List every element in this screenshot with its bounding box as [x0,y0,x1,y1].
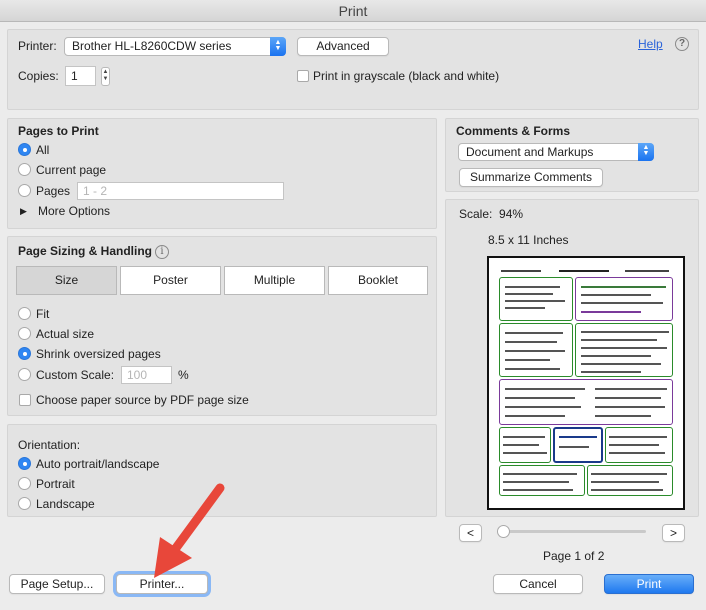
tab-size[interactable]: Size [16,266,117,295]
comments-select[interactable]: Document and Markups ▲ ▼ [458,143,654,161]
radio-shrink-oversized[interactable] [18,347,31,360]
help-icon[interactable]: ? [675,37,689,51]
page-setup-button[interactable]: Page Setup... [9,574,105,594]
help-link[interactable]: Help [638,37,663,51]
page-thumbnail [497,266,675,500]
copies-stepper[interactable]: ▲ ▼ [101,67,110,86]
paper-size-label: 8.5 x 11 Inches [488,233,569,247]
copies-label: Copies: [18,69,59,83]
popup-arrows-icon: ▲ ▼ [270,37,286,56]
info-icon[interactable]: i [155,245,169,259]
orientation-heading: Orientation: [18,438,81,452]
pages-range-field[interactable]: 1 - 2 [77,182,284,200]
grayscale-label: Print in grayscale (black and white) [313,69,500,83]
page-preview [487,256,685,510]
page-sizing-panel [7,236,437,416]
radio-current-page-label: Current page [36,163,107,177]
page-slider-thumb[interactable] [497,525,510,538]
radio-shrink-oversized-label: Shrink oversized pages [36,347,161,361]
popup-arrows-icon: ▲ ▼ [638,143,654,161]
radio-custom-scale[interactable] [18,368,31,381]
radio-auto-orientation-label: Auto portrait/landscape [36,457,160,471]
pages-to-print-heading: Pages to Print [18,124,99,138]
next-page-button[interactable]: > [662,524,685,542]
printer-select-value: Brother HL-L8260CDW series [72,39,232,53]
printer-label: Printer: [18,39,57,53]
tab-multiple[interactable]: Multiple [224,266,325,295]
window-title: Print [0,0,706,22]
advanced-button[interactable]: Advanced [297,37,389,56]
scale-readout: Scale: 94% [459,207,524,221]
radio-pages[interactable] [18,184,31,197]
tab-booklet[interactable]: Booklet [328,266,428,295]
page-indicator: Page 1 of 2 [543,549,605,563]
paper-source-checkbox[interactable] [19,394,31,406]
page-sizing-heading: Page Sizing & Handling [18,244,153,258]
grayscale-checkbox[interactable] [297,70,309,82]
radio-landscape[interactable] [18,497,31,510]
radio-portrait[interactable] [18,477,31,490]
radio-actual-size[interactable] [18,327,31,340]
comments-forms-heading: Comments & Forms [456,124,571,138]
comments-select-value: Document and Markups [466,145,594,159]
radio-fit-label: Fit [36,307,50,321]
radio-pages-label: Pages [36,184,71,198]
previous-page-button[interactable]: < [459,524,482,542]
radio-current-page[interactable] [18,163,31,176]
disclosure-triangle-icon[interactable]: ▶ [20,206,27,217]
custom-scale-field[interactable]: 100 [121,366,172,384]
print-button[interactable]: Print [604,574,694,594]
more-options-label[interactable]: More Options [38,204,110,218]
printer-select[interactable]: Brother HL-L8260CDW series ▲ ▼ [64,37,286,56]
radio-custom-scale-label: Custom Scale: [36,368,115,382]
summarize-comments-button[interactable]: Summarize Comments [459,168,603,187]
paper-source-label: Choose paper source by PDF page size [36,393,249,407]
radio-all[interactable] [18,143,31,156]
annotation-arrow-icon [154,483,225,578]
page-slider-track[interactable] [500,530,646,533]
radio-portrait-label: Portrait [36,477,75,491]
radio-all-label: All [36,143,50,157]
radio-landscape-label: Landscape [36,497,95,511]
percent-label: % [178,368,189,382]
copies-field[interactable]: 1 [65,66,96,86]
radio-actual-size-label: Actual size [36,327,95,341]
radio-auto-orientation[interactable] [18,457,31,470]
radio-fit[interactable] [18,307,31,320]
tab-poster[interactable]: Poster [120,266,221,295]
cancel-button[interactable]: Cancel [493,574,583,594]
